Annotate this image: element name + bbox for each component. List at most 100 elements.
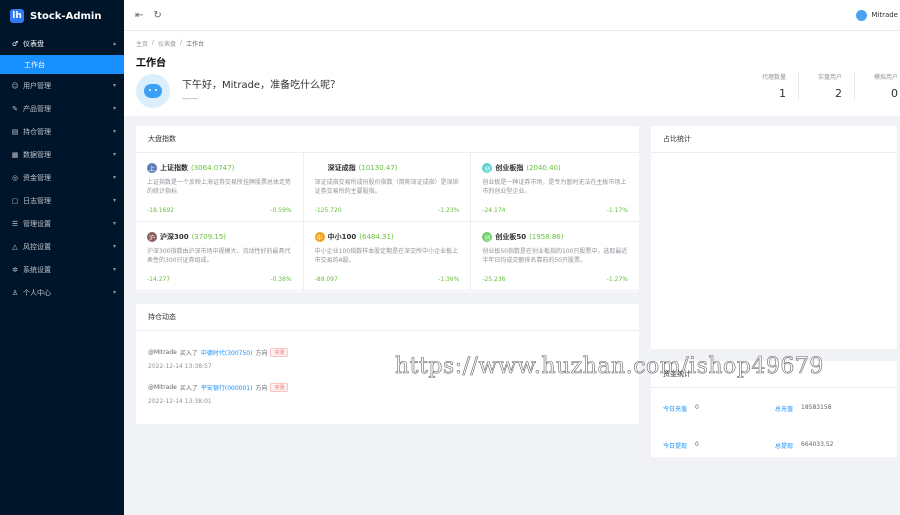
index-change-percent: -1.17% xyxy=(606,207,628,214)
chevron-down-icon: ▾ xyxy=(112,220,116,227)
index-name: 创业板指 xyxy=(495,164,524,172)
chevron-down-icon: ▾ xyxy=(112,82,116,89)
card-title: 占比统计 xyxy=(651,126,897,153)
position-line: @Mitrade 买入了 平安银行(000001) 方向 买涨 xyxy=(148,383,627,392)
index-item[interactable]: 中中小100 (6484.31) 中小企业100指数样本股定期是在深交所中小企业板上… xyxy=(303,222,472,291)
system-icon: ✲ xyxy=(12,265,18,274)
index-head: 中中小100 (6484.31) xyxy=(314,232,460,242)
sidebar-item-8[interactable]: △ 风控设置 ▾ xyxy=(0,235,124,258)
index-item[interactable]: 创创业板指 (2040.40) 创业板是一种证券市场，是专为暂时无法在主板市场上市的… xyxy=(471,153,639,222)
sidebar-item-3[interactable]: ▤ 持仓管理 ▾ xyxy=(0,120,124,143)
index-head: 创创业板指 (2040.40) xyxy=(482,163,628,173)
watermark: https://www.huzhan.com/ishop49679 xyxy=(395,354,824,380)
fund-list: 今日充值 0 总充值 18583158 今日提现 0 总提现 664033.52 xyxy=(651,388,897,464)
username: Mitrade xyxy=(871,11,898,19)
personal-icon: ♙ xyxy=(11,288,19,297)
index-change-value: -24.174 xyxy=(482,207,506,214)
sidebar-item-7[interactable]: ☰ 管理设置 ▾ xyxy=(0,212,124,235)
index-change-value: -125.720 xyxy=(314,207,342,214)
stat-agents: 代理数量 1 xyxy=(742,72,788,100)
sidebar-item-5[interactable]: ◎ 资金管理 ▾ xyxy=(0,166,124,189)
sidebar-item-label: 个人中心 xyxy=(23,288,51,297)
chevron-up-icon: ▴ xyxy=(112,40,116,47)
index-icon: 上 xyxy=(147,163,157,173)
position-stock-link[interactable]: 中德时代(300750) xyxy=(201,348,253,357)
breadcrumb-home[interactable]: 主页 xyxy=(136,39,148,48)
fund-row: 今日充值 0 总充值 18583158 xyxy=(651,390,897,427)
index-change: -18.1692 -0.59% xyxy=(147,207,292,214)
chevron-down-icon: ▾ xyxy=(112,266,116,273)
sidebar-item-4[interactable]: ▦ 数据管理 ▾ xyxy=(0,143,124,166)
index-name: 创业板50 xyxy=(495,233,527,241)
index-change-value: -18.1692 xyxy=(147,207,174,214)
fund-value: 0 xyxy=(695,441,699,448)
index-change: -25.236 -1.27% xyxy=(482,276,628,283)
sidebar-subitem-workbench[interactable]: 工作台 xyxy=(0,55,124,74)
fund-value: 18583158 xyxy=(801,404,832,411)
fund-value: 664033.52 xyxy=(801,441,834,448)
product-icon: ✎ xyxy=(12,104,18,113)
sidebar-item-1[interactable]: ☺ 用户管理 ▾ xyxy=(0,74,124,97)
sidebar-item-label: 数据管理 xyxy=(23,150,51,159)
index-item[interactable]: 沪沪深300 (3709.15) 沪深300指数由沪深市场中规模大、流动性好的最具代… xyxy=(136,222,304,291)
breadcrumb-dashboard[interactable]: 仪表盘 xyxy=(158,39,176,48)
user-menu[interactable]: Mitrade xyxy=(856,9,898,21)
stat-label: 实盘用户 xyxy=(817,74,842,81)
fund-label: 今日提现 xyxy=(663,443,688,450)
direction-tag: 买涨 xyxy=(270,383,289,392)
index-head: 深证成指 (10130.47) xyxy=(314,163,460,173)
collapse-menu-icon[interactable]: ⇤ xyxy=(135,10,143,21)
index-name: 中小100 xyxy=(327,233,357,241)
sidebar-item-6[interactable]: ▢ 日志管理 ▾ xyxy=(0,189,124,212)
index-icon: 创 xyxy=(482,232,493,242)
index-description: 中小企业100指数样本股定期是在深交所中小企业板上市交易的A股。 xyxy=(314,248,459,264)
position-icon: ▤ xyxy=(11,127,19,136)
sidebar-item-2[interactable]: ✎ 产品管理 ▾ xyxy=(0,97,124,120)
card-title: 大盘指数 xyxy=(136,126,639,153)
index-change-value: -14.277 xyxy=(147,276,171,283)
index-head: 创创业板50 (1958.86) xyxy=(482,232,628,242)
index-change-percent: -1.36% xyxy=(438,276,460,283)
index-item[interactable]: 创创业板50 (1958.86) 创业板50指数是在创业板指的100只股票中，选取最… xyxy=(471,222,639,291)
stat-value: 0 xyxy=(891,87,898,100)
sidebar-item-10[interactable]: ♙ 个人中心 ▾ xyxy=(0,281,124,304)
chevron-down-icon: ▾ xyxy=(112,289,116,296)
user-icon: ☺ xyxy=(11,81,19,90)
index-change-percent: -1.27% xyxy=(606,276,628,283)
log-icon: ▢ xyxy=(11,196,19,205)
refresh-icon[interactable]: ↻ xyxy=(153,10,161,21)
sidebar-item-label: 产品管理 xyxy=(23,104,51,113)
index-value: (10130.47) xyxy=(358,164,398,172)
greeting-text: 下午好，Mitrade，准备吃什么呢？ xyxy=(182,80,341,91)
position-time: 2022-12-14 13:38:01 xyxy=(148,398,212,405)
chevron-down-icon: ▾ xyxy=(112,105,116,112)
fund-stat: 今日提现 0 xyxy=(663,441,775,450)
index-value: (3064.0747) xyxy=(191,164,235,172)
breadcrumb: 主页 / 仪表盘 / 工作台 xyxy=(136,39,204,48)
stat-label: 模拟用户 xyxy=(873,74,898,81)
app-logo[interactable]: lh Stock-Admin xyxy=(0,0,124,32)
index-change-percent: -0.59% xyxy=(270,207,292,214)
sidebar-item-label: 用户管理 xyxy=(23,81,51,90)
position-stock-link[interactable]: 平安银行(000001) xyxy=(201,383,253,392)
avatar xyxy=(856,9,868,21)
sidebar-item-label: 管理设置 xyxy=(23,219,51,228)
index-name: 上证指数 xyxy=(160,164,188,172)
index-value: (3709.15) xyxy=(191,233,227,241)
sidebar-item-label: 持仓管理 xyxy=(23,127,51,136)
index-name: 深证成指 xyxy=(327,164,356,172)
sidebar-item-0[interactable]: ♂ 仪表盘 ▴ xyxy=(0,32,124,55)
index-description: 创业板是一种证券市场，是专为暂时无法在主板市场上市的创业型企业。 xyxy=(482,179,627,195)
sidebar-item-9[interactable]: ✲ 系统设置 ▾ xyxy=(0,258,124,281)
position-action: 买入了 xyxy=(179,350,198,357)
position-user: @Mitrade xyxy=(148,349,177,356)
index-change: -125.720 -1.23% xyxy=(315,207,460,214)
index-item[interactable]: 深证成指 (10130.47) 深证成指交易所成份股价指数（简称深证成指）是深圳证券… xyxy=(303,153,472,222)
greeting-subtext: —— xyxy=(182,94,198,103)
index-icon: 创 xyxy=(482,163,493,173)
index-value: (2040.40) xyxy=(526,164,561,172)
page-title: 工作台 xyxy=(136,58,166,69)
fund-label: 总充值 xyxy=(775,406,794,413)
sidebar-item-label: 日志管理 xyxy=(23,196,51,205)
index-item[interactable]: 上上证指数 (3064.0747) 上证指数是一个反映上海证券交易所挂牌股票总体走势… xyxy=(136,153,304,222)
